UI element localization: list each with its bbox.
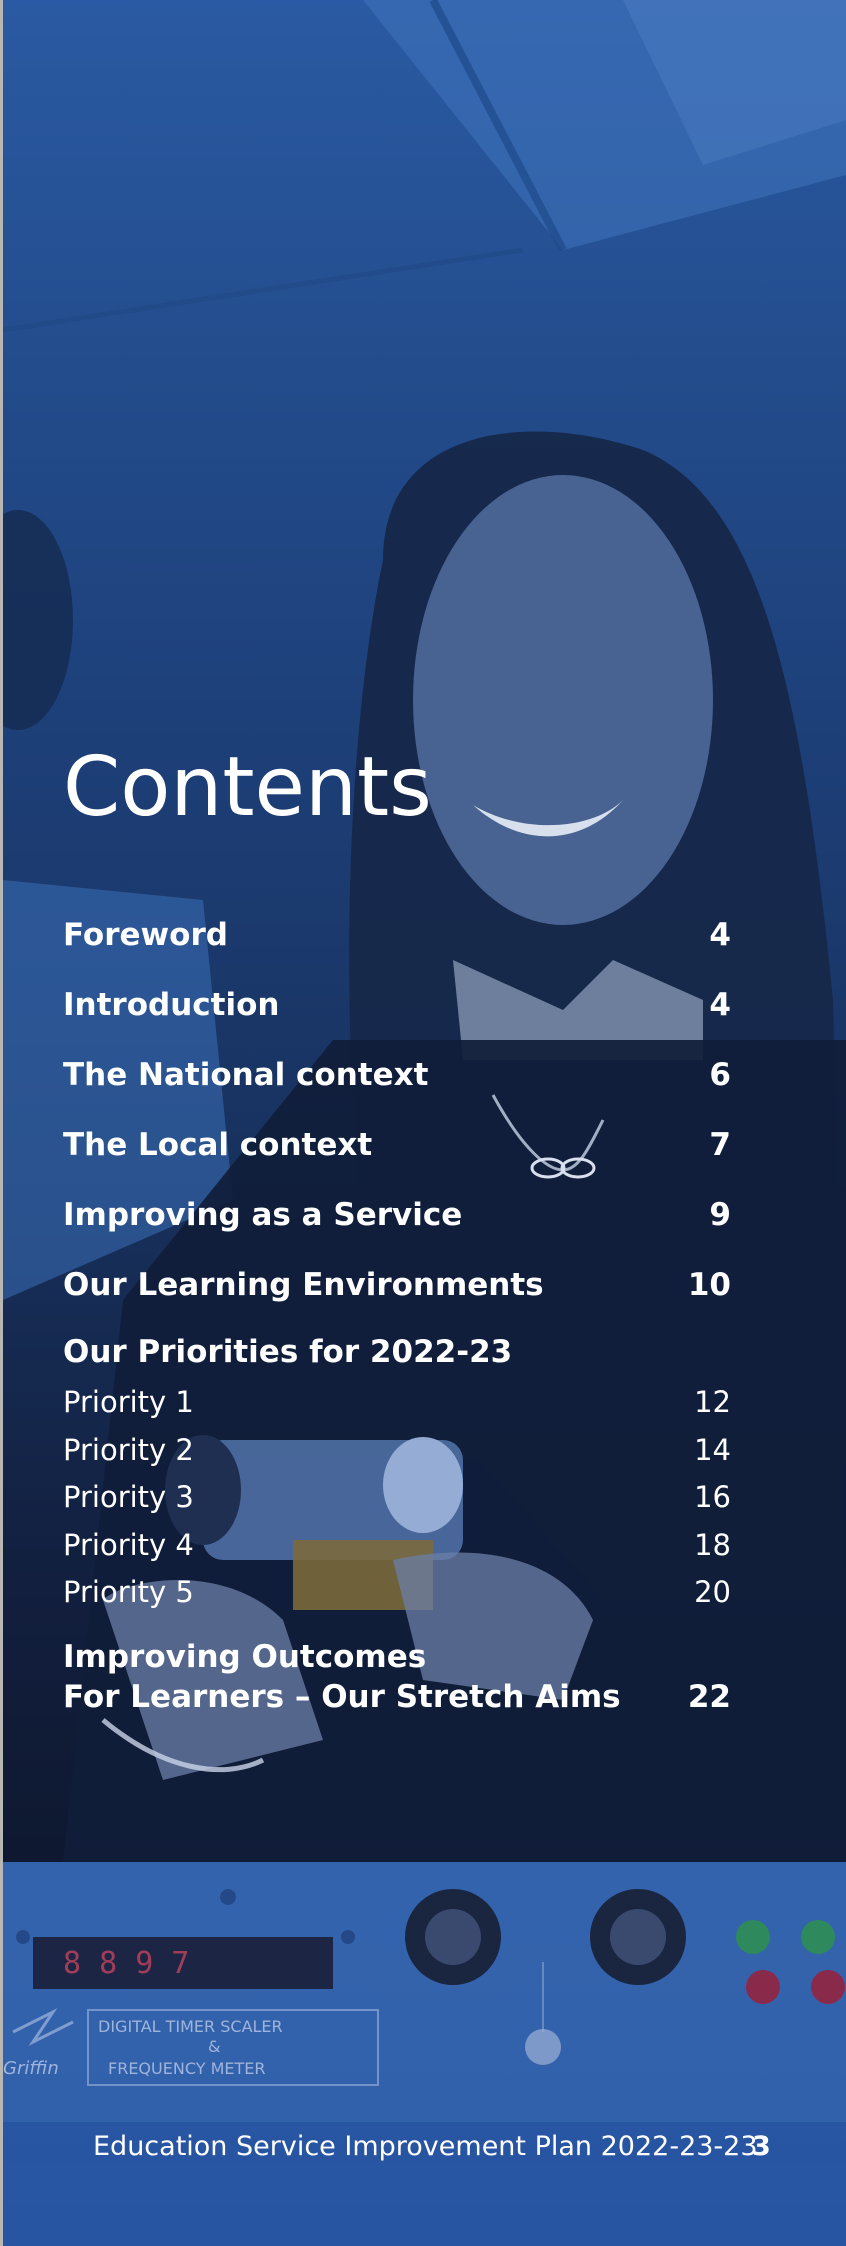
page-footer: Education Service Improvement Plan 2022-… — [0, 2125, 846, 2169]
toc-entry-page: 9 — [709, 1197, 731, 1233]
toc-entry-foreword[interactable]: Foreword 4 — [63, 905, 731, 975]
toc-entry-label-line2: For Learners – Our Stretch Aims — [63, 1678, 621, 1715]
footer-page-number: 3 — [752, 2131, 771, 2162]
toc-entry-stretch-aims[interactable]: Improving Outcomes For Learners – Our St… — [63, 1637, 731, 1727]
toc-entry-page: 14 — [694, 1432, 731, 1467]
toc-entry-page: 6 — [709, 1057, 731, 1093]
document-page: 8 8 9 7 DIGITAL TIMER SCALER & FREQUENCY… — [0, 0, 846, 2246]
led-readout: 8 8 9 7 — [63, 1946, 189, 1981]
toc-priorities-heading: Our Priorities for 2022-23 — [63, 1334, 513, 1370]
toc-entry-page: 20 — [694, 1575, 731, 1609]
boy-head — [3, 510, 73, 730]
equipment-illustration: 8 8 9 7 DIGITAL TIMER SCALER & FREQUENCY… — [3, 1862, 846, 2246]
contents-heading: Contents — [63, 740, 432, 835]
toc-entry-label: The National context — [63, 1057, 429, 1093]
toc-entry-label-line1: Improving Outcomes — [63, 1638, 427, 1675]
girl-face — [413, 475, 713, 925]
toc-entry-local-context[interactable]: The Local context 7 — [63, 1115, 731, 1185]
toc-entry-page: 4 — [709, 987, 731, 1023]
toc-entry-label: Our Learning Environments — [63, 1267, 544, 1303]
toc-entry-page: 10 — [687, 1267, 731, 1303]
toc-entry-label: Priority 1 — [63, 1385, 194, 1419]
toc-entry-improving-service[interactable]: Improving as a Service 9 — [63, 1185, 731, 1255]
toc-entry-page: 16 — [694, 1480, 731, 1514]
toc-entry-page: 4 — [709, 917, 731, 953]
toc-entry-label: The Local context — [63, 1127, 373, 1163]
panel-label-line1: DIGITAL TIMER SCALER — [98, 2017, 283, 2036]
toc-entry-page: 7 — [709, 1127, 731, 1163]
ceiling-edge — [3, 247, 524, 333]
toc-entry-label: Foreword — [63, 917, 228, 953]
panel-label-line3: FREQUENCY METER — [108, 2059, 265, 2078]
switch — [525, 2029, 561, 2065]
toc-entry-page: 12 — [694, 1385, 731, 1419]
toc-entry-label: Improving as a Service — [63, 1197, 463, 1233]
background-photo-equipment: 8 8 9 7 DIGITAL TIMER SCALER & FREQUENCY… — [3, 1862, 846, 2246]
panel-label-line2: & — [208, 2037, 220, 2056]
table-of-contents: Foreword 4 Introduction 4 The National c… — [63, 905, 731, 1727]
toc-entry-priority-2[interactable]: Priority 2 14 — [63, 1427, 731, 1475]
toc-entry-label: Priority 2 — [63, 1432, 194, 1467]
griffin-logo-text: Griffin — [3, 2058, 59, 2079]
red-terminal — [746, 1970, 780, 2004]
toc-entry-priority-4[interactable]: Priority 4 18 — [63, 1522, 731, 1570]
toc-entry-introduction[interactable]: Introduction 4 — [63, 975, 731, 1045]
toc-entry-page: 22 — [687, 1678, 731, 1715]
green-terminal — [736, 1920, 770, 1954]
toc-entry-label: Introduction — [63, 987, 280, 1023]
footer-document-title: Education Service Improvement Plan 2022-… — [93, 2131, 758, 2162]
page-edge — [0, 0, 3, 2246]
toc-entry-priority-3[interactable]: Priority 3 16 — [63, 1474, 731, 1522]
toc-entry-national-context[interactable]: The National context 6 — [63, 1045, 731, 1115]
toc-entry-priority-5[interactable]: Priority 5 20 — [63, 1569, 731, 1617]
toc-entry-label: Priority 4 — [63, 1527, 194, 1562]
toc-entry-priority-1[interactable]: Priority 1 12 — [63, 1379, 731, 1427]
panel-screw — [220, 1889, 236, 1905]
toc-entry-label: Priority 5 — [63, 1575, 194, 1609]
toc-entry-page: 18 — [694, 1527, 731, 1562]
toc-entry-label: Priority 3 — [63, 1480, 194, 1514]
toc-entry-learning-environments[interactable]: Our Learning Environments 10 — [63, 1255, 731, 1325]
